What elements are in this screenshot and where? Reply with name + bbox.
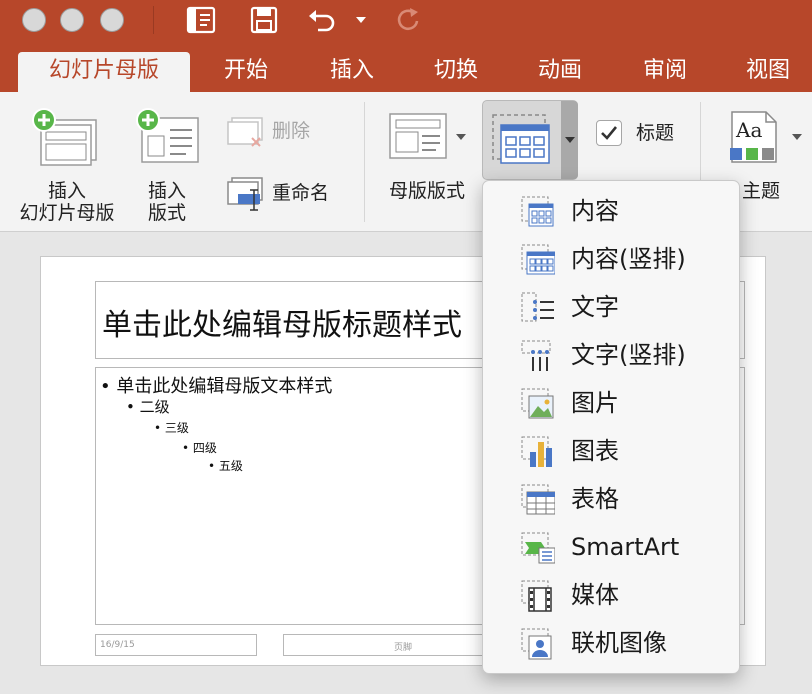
menu-item-text-vertical[interactable]: 文字(竖排) — [483, 333, 739, 377]
ribbon-tab-bar: 幻灯片母版 开始 插入 切换 动画 审阅 视图 — [0, 40, 812, 92]
text-list-icon — [521, 292, 554, 322]
menu-item-label: 文字 — [571, 293, 619, 321]
insert-layout-icon — [136, 108, 199, 163]
ribbon-group-divider — [364, 102, 365, 222]
menu-item-online-image[interactable]: 联机图像 — [483, 621, 739, 665]
menu-item-label: 媒体 — [571, 581, 619, 609]
content-grid-icon — [521, 196, 554, 227]
menu-item-media[interactable]: 媒体 — [483, 573, 739, 617]
menu-item-label: 文字(竖排) — [571, 341, 686, 369]
themes-caret[interactable] — [792, 134, 802, 140]
redo-icon[interactable] — [392, 4, 424, 36]
date-text: 16/9/15 — [100, 640, 135, 650]
themes-button[interactable]: Aa — [726, 108, 782, 164]
layout-panel-icon[interactable] — [185, 4, 217, 36]
menu-item-label: 内容 — [571, 197, 619, 225]
undo-icon[interactable] — [306, 4, 338, 36]
insert-placeholder-menu: 内容 内容(竖排) 文字 文字(竖排) 图片 图表 表格 SmartArt 媒体… — [482, 180, 740, 674]
title-checkbox-label: 标题 — [636, 122, 675, 144]
date-placeholder[interactable]: 16/9/15 — [95, 634, 257, 656]
insert-layout-label-2: 版式 — [147, 202, 186, 224]
master-layout-button[interactable] — [388, 112, 448, 160]
close-window-button[interactable] — [22, 8, 46, 32]
insert-slide-master-icon — [32, 108, 97, 166]
menu-item-smartart[interactable]: SmartArt — [483, 525, 739, 569]
body-level-5: • 五级 — [208, 459, 243, 473]
tab-insert[interactable]: 插入 — [312, 52, 392, 92]
title-checkbox[interactable] — [596, 120, 622, 146]
themes-label: 主题 — [742, 180, 781, 202]
insert-slide-master-label-2: 幻灯片母版 — [19, 202, 115, 224]
rename-icon — [227, 177, 263, 211]
menu-item-label: 表格 — [571, 485, 619, 513]
title-bar — [0, 0, 812, 40]
title-placeholder-text: 单击此处编辑母版标题样式 — [102, 308, 462, 343]
picture-icon — [521, 388, 554, 419]
menu-item-label: 图片 — [571, 389, 619, 417]
themes-icon-text: Aa — [736, 118, 763, 142]
rename-button[interactable]: 重命名 — [272, 182, 329, 204]
insert-layout-button[interactable] — [134, 108, 202, 168]
tab-slide-master[interactable]: 幻灯片母版 — [18, 52, 190, 92]
menu-item-text[interactable]: 文字 — [483, 285, 739, 329]
menu-item-label: 内容(竖排) — [571, 245, 686, 273]
tab-view[interactable]: 视图 — [728, 52, 808, 92]
menu-item-picture[interactable]: 图片 — [483, 381, 739, 425]
media-film-icon — [521, 580, 552, 612]
menu-item-label: 图表 — [571, 437, 619, 465]
insert-layout-label-1: 插入 — [147, 180, 186, 202]
master-layout-label: 母版版式 — [388, 180, 465, 202]
menu-item-table[interactable]: 表格 — [483, 477, 739, 521]
tab-review[interactable]: 审阅 — [625, 52, 705, 92]
tab-animations[interactable]: 动画 — [520, 52, 600, 92]
body-level-2: • 二级 — [126, 398, 170, 416]
insert-placeholder-icon — [492, 114, 550, 164]
content-vertical-icon — [521, 244, 555, 275]
menu-item-content[interactable]: 内容 — [483, 189, 739, 233]
delete-slide-icon — [227, 117, 263, 147]
insert-placeholder-button[interactable] — [482, 100, 578, 180]
minimize-window-button[interactable] — [60, 8, 84, 32]
tab-transitions[interactable]: 切换 — [416, 52, 496, 92]
save-icon[interactable] — [248, 4, 280, 36]
zoom-window-button[interactable] — [100, 8, 124, 32]
insert-slide-master-button[interactable] — [32, 108, 100, 168]
undo-history-caret[interactable] — [356, 17, 366, 23]
delete-button[interactable]: 删除 — [272, 120, 310, 142]
master-layout-icon — [389, 113, 447, 159]
footer-text: 页脚 — [394, 643, 413, 653]
toolbar-divider — [153, 6, 154, 34]
menu-item-label: SmartArt — [571, 533, 680, 561]
body-level-1: • 单击此处编辑母版文本样式 — [100, 376, 333, 397]
menu-item-chart[interactable]: 图表 — [483, 429, 739, 473]
insert-slide-master-label-1: 插入 — [47, 180, 86, 202]
table-icon — [521, 484, 555, 515]
chart-icon — [521, 436, 552, 467]
menu-item-content-vertical[interactable]: 内容(竖排) — [483, 237, 739, 281]
text-vertical-icon — [521, 340, 551, 371]
tab-home[interactable]: 开始 — [206, 52, 286, 92]
body-level-3: • 三级 — [154, 421, 189, 435]
checkmark-icon — [601, 126, 618, 140]
insert-placeholder-caret[interactable] — [565, 137, 575, 143]
online-image-icon — [521, 628, 552, 660]
master-layout-caret[interactable] — [456, 134, 466, 140]
body-level-4: • 四级 — [182, 441, 217, 455]
menu-item-label: 联机图像 — [571, 629, 667, 657]
smartart-icon — [521, 532, 555, 564]
